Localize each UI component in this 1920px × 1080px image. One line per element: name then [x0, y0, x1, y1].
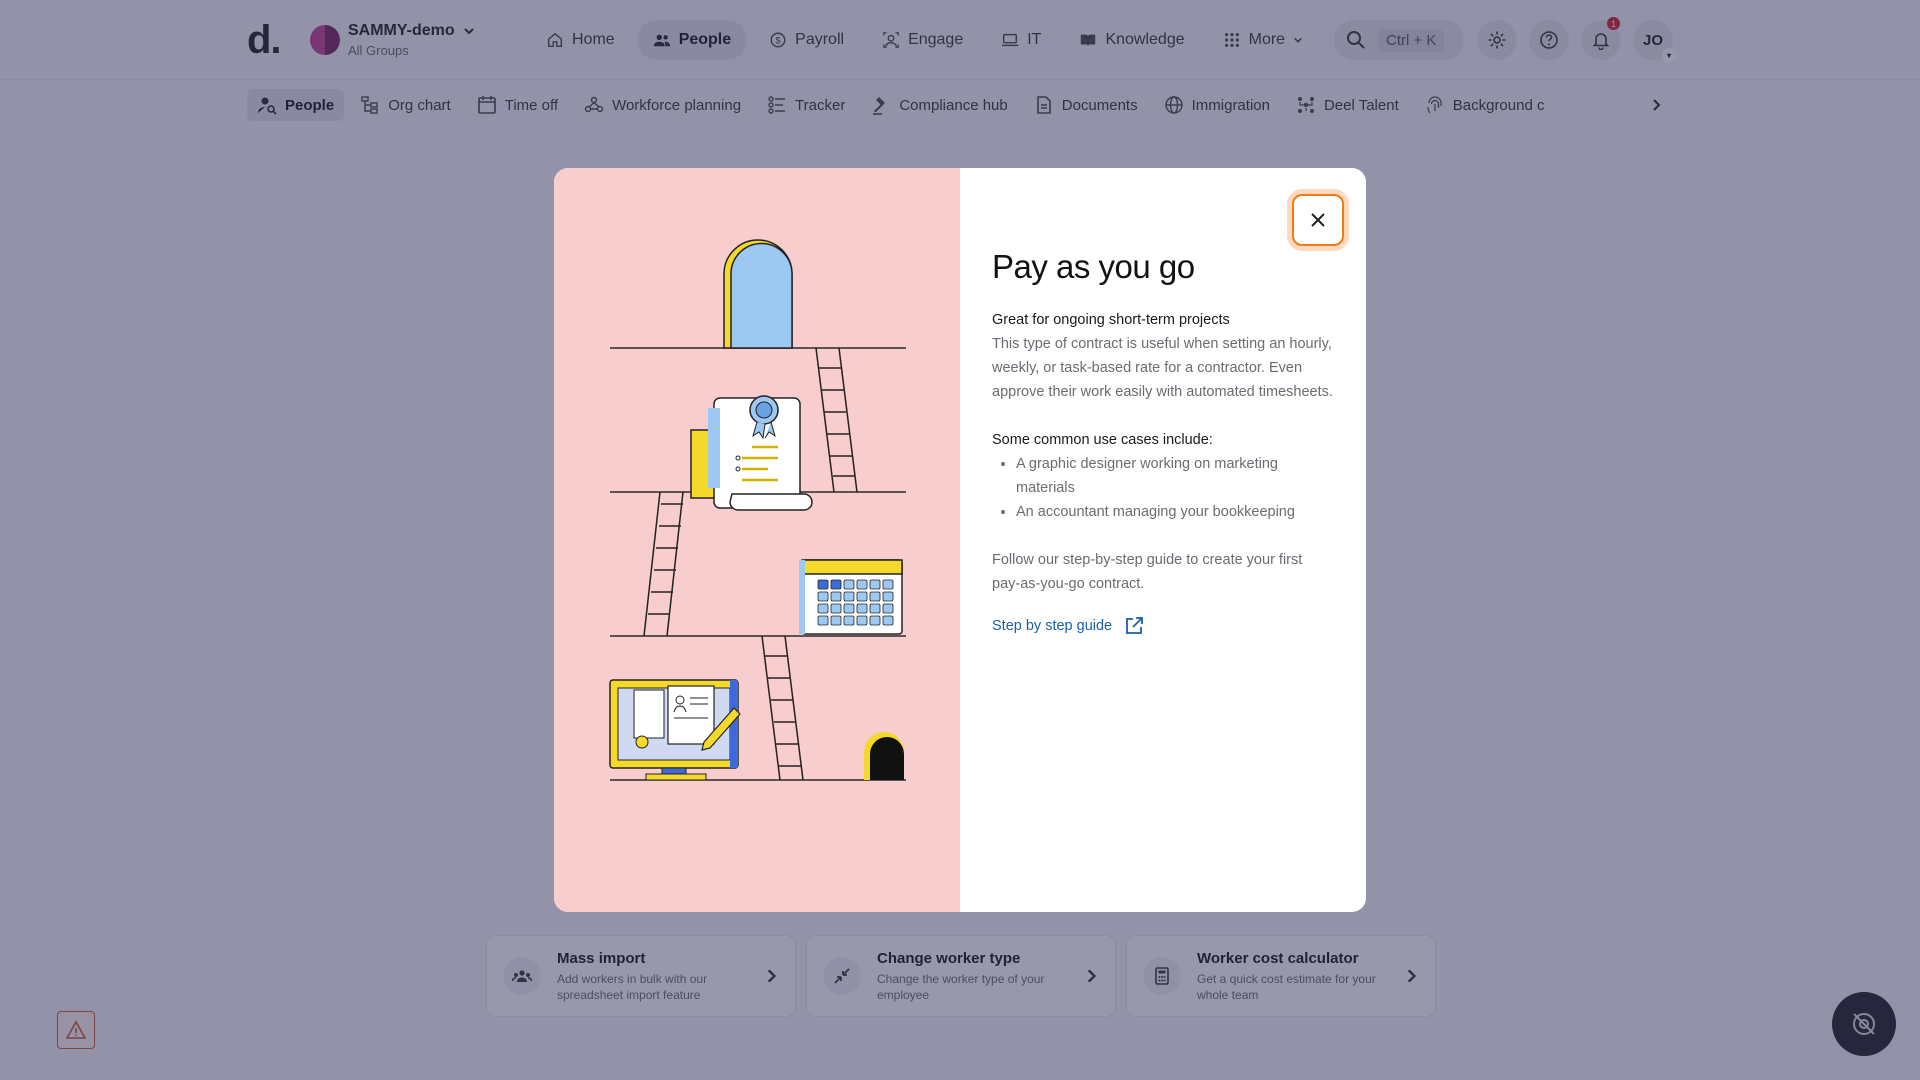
contract-illustration	[554, 168, 960, 912]
modal-content: Pay as you go Great for ongoing short-te…	[960, 168, 1366, 912]
use-cases-heading: Some common use cases include:	[992, 432, 1213, 448]
close-icon	[1311, 213, 1325, 227]
modal-title: Pay as you go	[992, 248, 1195, 285]
close-button[interactable]	[1292, 194, 1344, 246]
modal-description: This type of contract is useful when set…	[992, 336, 1333, 400]
modal-subtitle: Great for ongoing short-term projects	[992, 312, 1230, 328]
use-cases-list: A graphic designer working on marketing …	[992, 452, 1334, 524]
list-item: A graphic designer working on marketing …	[1016, 452, 1334, 500]
guide-link-label: Step by step guide	[992, 618, 1113, 634]
list-item: An accountant managing your bookkeeping	[1016, 500, 1334, 524]
external-link-icon	[1126, 617, 1144, 634]
follow-guide-text: Follow our step-by-step guide to create …	[992, 552, 1303, 592]
pay-as-you-go-modal: Pay as you go Great for ongoing short-te…	[554, 168, 1366, 912]
step-by-step-guide-link[interactable]: Step by step guide	[992, 616, 1334, 636]
